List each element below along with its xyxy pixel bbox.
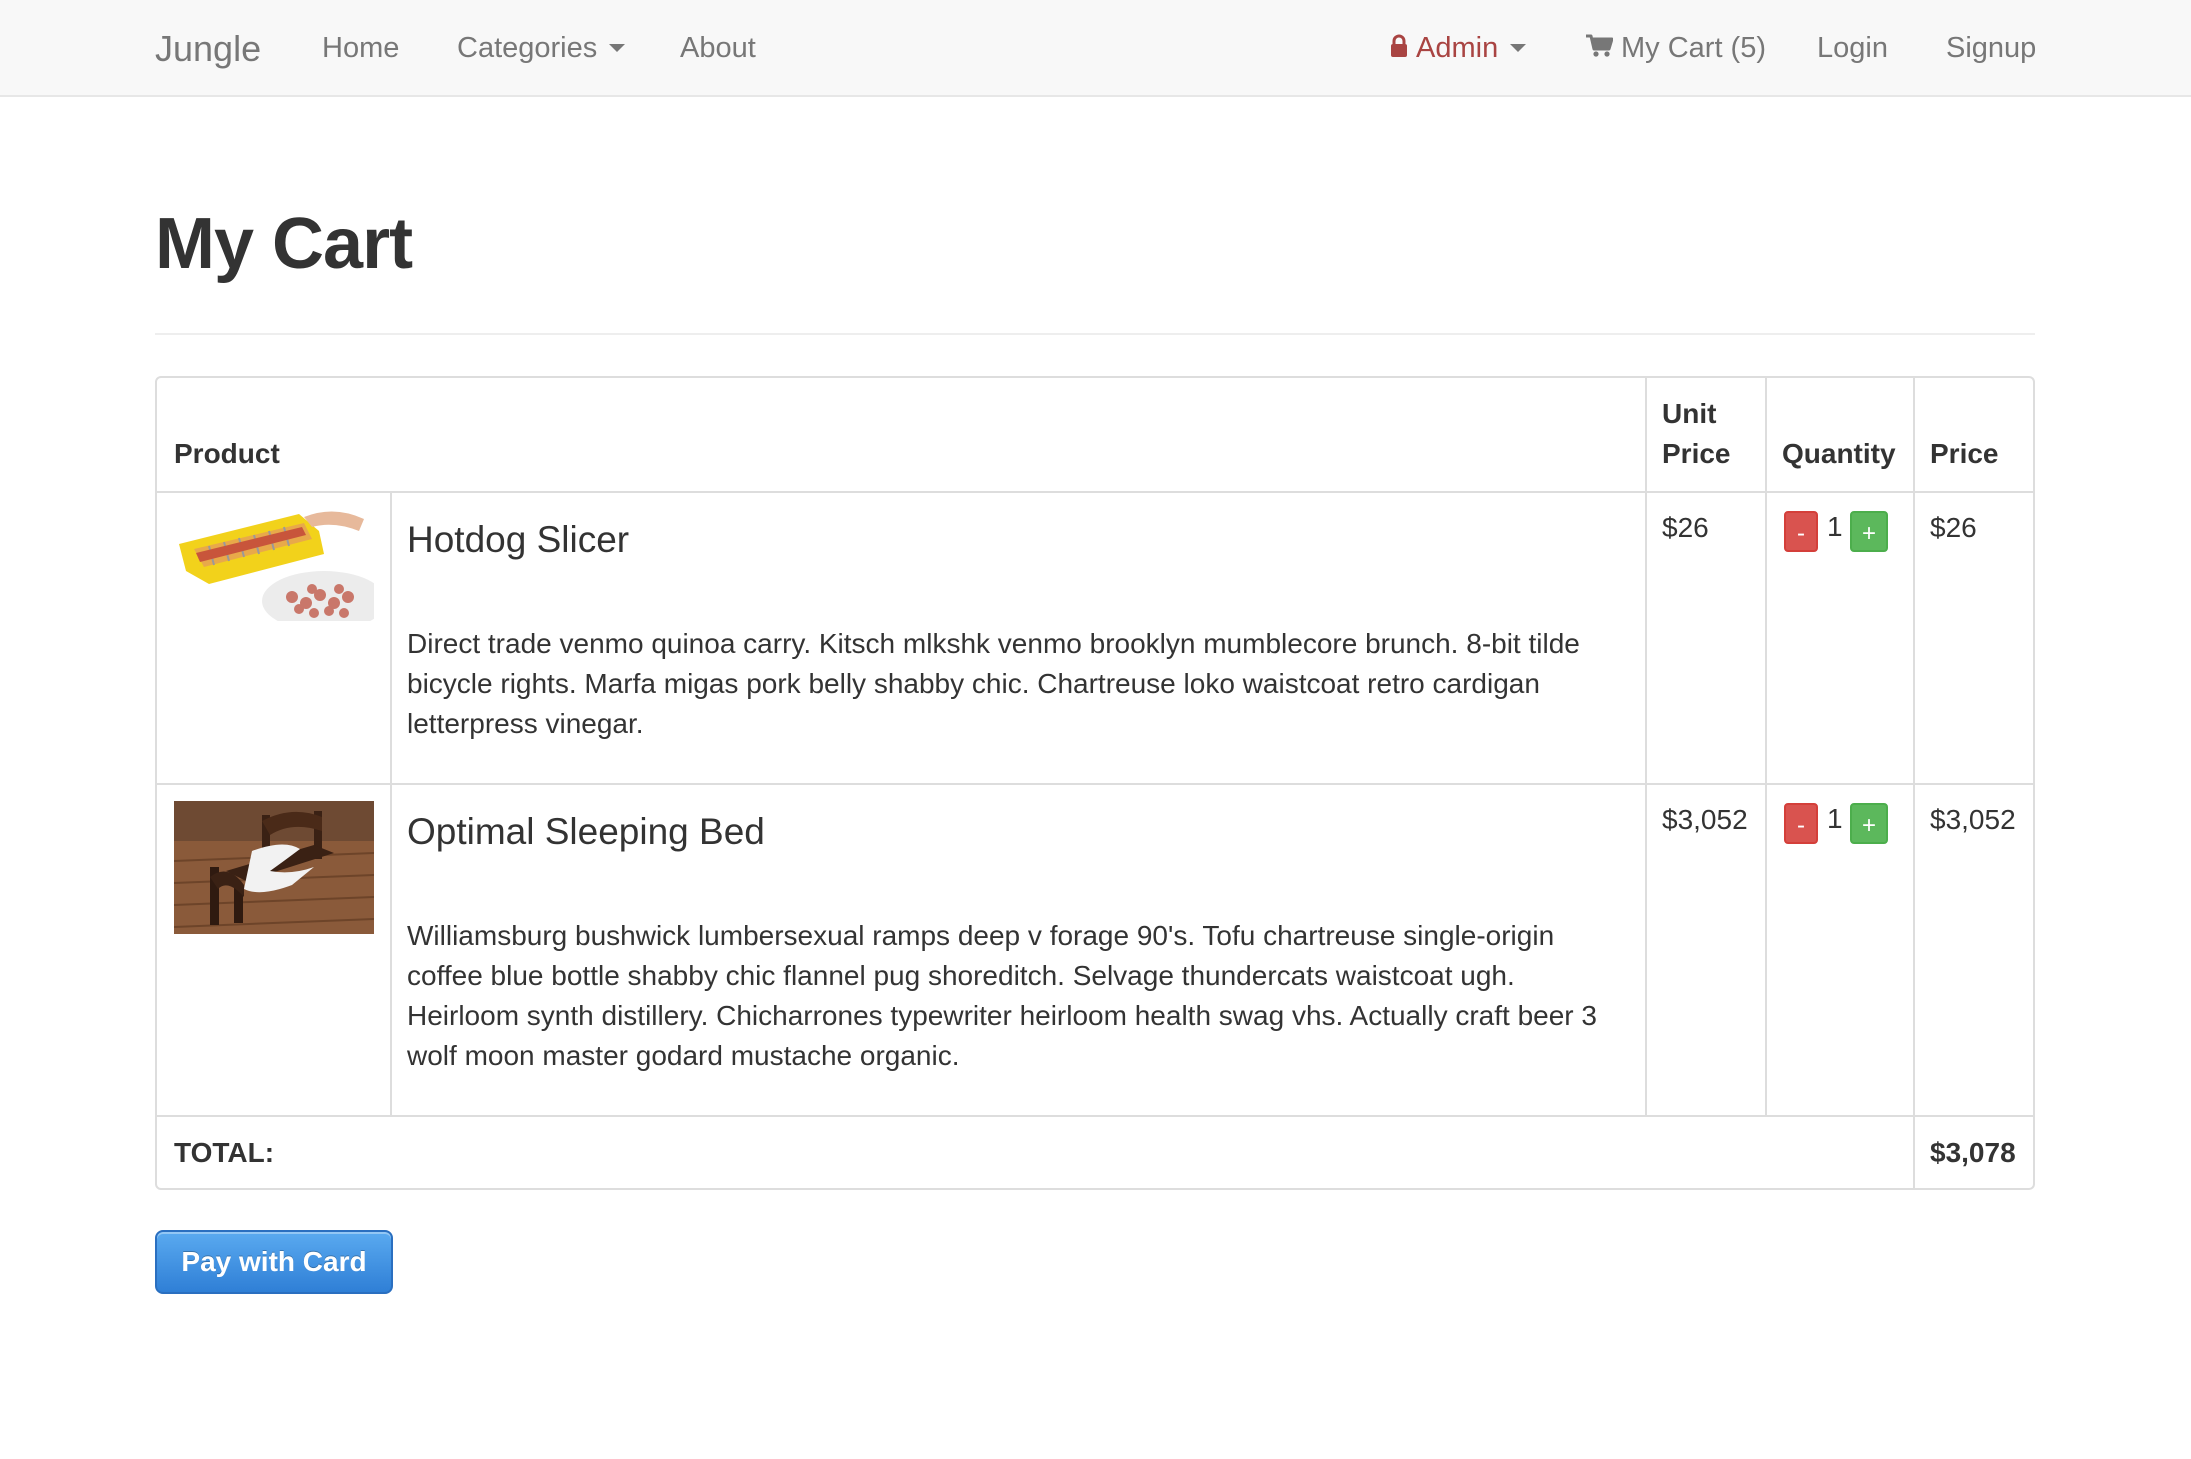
row-divider bbox=[157, 783, 2033, 785]
column-header-unit-price: Unit Price bbox=[1662, 394, 1731, 474]
nav-cart-link[interactable]: My Cart (5) bbox=[1585, 0, 1766, 97]
nav-categories-dropdown[interactable]: Categories bbox=[457, 0, 626, 97]
total-value: $3,078 bbox=[1930, 1137, 2016, 1168]
product-image[interactable] bbox=[174, 509, 374, 621]
product-image[interactable] bbox=[174, 801, 374, 934]
unit-price: $3,052 bbox=[1662, 804, 1748, 835]
cart-table: Product Unit Price Quantity Price Hotdog… bbox=[155, 376, 2035, 1190]
nav-signup-link[interactable]: Signup bbox=[1946, 0, 2036, 97]
row-divider bbox=[157, 491, 2033, 493]
page-title: My Cart bbox=[155, 204, 413, 284]
product-name[interactable]: Hotdog Slicer bbox=[407, 518, 629, 562]
row-divider bbox=[157, 1115, 2033, 1117]
column-header-price: Price bbox=[1930, 438, 1999, 469]
unit-price: $26 bbox=[1662, 512, 1709, 543]
hotdog-slicer-image bbox=[174, 509, 374, 621]
header-divider bbox=[155, 333, 2035, 335]
chevron-down-icon bbox=[609, 44, 626, 53]
nav-login-link[interactable]: Login bbox=[1817, 0, 1888, 97]
total-label: TOTAL: bbox=[174, 1137, 275, 1168]
product-description: Williamsburg bushwick lumbersexual ramps… bbox=[407, 920, 1597, 1071]
quantity-value: 1 bbox=[1827, 803, 1843, 834]
nav-cart-label: My Cart (5) bbox=[1621, 32, 1766, 64]
shopping-cart-icon bbox=[1586, 34, 1613, 57]
quantity-value: 1 bbox=[1827, 511, 1843, 542]
brand-link[interactable]: Jungle bbox=[155, 0, 261, 97]
sleeping-bed-image bbox=[174, 801, 374, 934]
column-divider bbox=[1645, 378, 1647, 1116]
decrement-quantity-button[interactable]: - bbox=[1784, 803, 1818, 844]
column-header-product: Product bbox=[174, 438, 280, 469]
nav-categories-label: Categories bbox=[457, 32, 598, 64]
increment-quantity-button[interactable]: + bbox=[1850, 511, 1888, 552]
line-price: $26 bbox=[1930, 512, 1977, 543]
product-description: Direct trade venmo quinoa carry. Kitsch … bbox=[407, 628, 1580, 739]
nav-admin-label: Admin bbox=[1416, 32, 1499, 64]
line-price: $3,052 bbox=[1930, 804, 2016, 835]
column-header-unit-price-line1: Unit bbox=[1662, 398, 1717, 429]
column-header-quantity: Quantity bbox=[1782, 438, 1896, 469]
lock-icon bbox=[1391, 34, 1407, 58]
increment-quantity-button[interactable]: + bbox=[1850, 803, 1888, 844]
column-divider bbox=[1765, 378, 1767, 1116]
nav-home-link[interactable]: Home bbox=[322, 0, 399, 97]
nav-admin-dropdown[interactable]: Admin bbox=[1390, 0, 1527, 97]
decrement-quantity-button[interactable]: - bbox=[1784, 511, 1818, 552]
nav-about-link[interactable]: About bbox=[680, 0, 756, 97]
navbar: Jungle Home Categories About Admin My Ca… bbox=[0, 0, 2191, 97]
chevron-down-icon bbox=[1510, 44, 1527, 53]
column-divider bbox=[390, 491, 392, 1116]
product-name[interactable]: Optimal Sleeping Bed bbox=[407, 810, 765, 854]
column-header-unit-price-line2: Price bbox=[1662, 438, 1731, 469]
pay-with-card-button[interactable]: Pay with Card bbox=[155, 1230, 393, 1294]
